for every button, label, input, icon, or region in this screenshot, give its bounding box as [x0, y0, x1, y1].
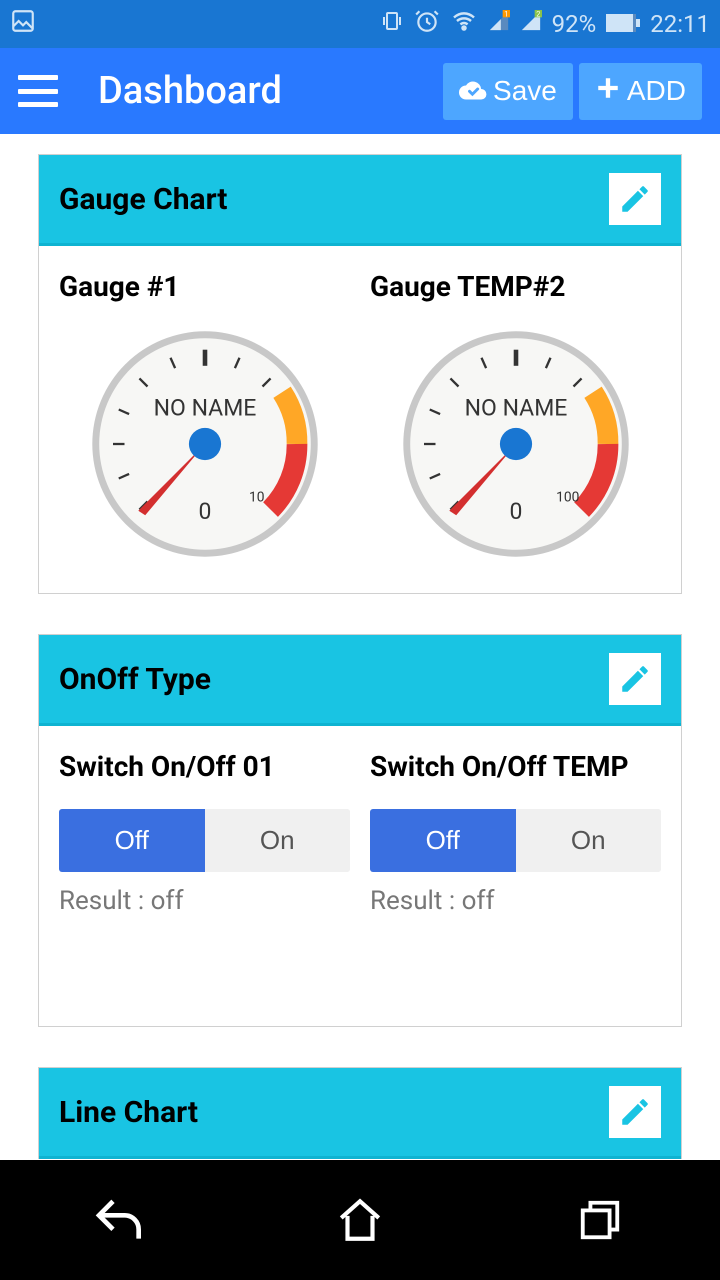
gauge-1-max: 10	[249, 490, 264, 506]
system-nav-bar	[0, 1160, 720, 1280]
line-card-title: Line Chart	[59, 1095, 198, 1130]
switch-2-result: Result : off	[370, 886, 661, 916]
gauge-1-col: Gauge #1	[59, 270, 350, 559]
onoff-card: OnOff Type Switch On/Off 01 Off On Resul…	[38, 634, 682, 1027]
svg-text:1: 1	[504, 10, 508, 18]
gauge-2-title: Gauge TEMP#2	[370, 270, 661, 303]
vibrate-icon	[380, 9, 404, 39]
gauge-1-chart: NO NAME 0 10	[59, 329, 350, 559]
gauge-2-min: 0	[509, 498, 522, 525]
line-card: Line Chart	[38, 1067, 682, 1159]
content-area: Gauge Chart Gauge #1	[0, 134, 720, 1160]
signal2-icon: 2	[520, 10, 542, 38]
battery-icon	[606, 10, 640, 38]
switch-1-toggle: Off On	[59, 809, 350, 872]
gauge-2-label: NO NAME	[464, 394, 567, 421]
gauge-2-max: 100	[556, 490, 579, 506]
save-button[interactable]: Save	[443, 63, 573, 120]
add-label: ADD	[627, 75, 686, 107]
gauge-1-title: Gauge #1	[59, 270, 350, 303]
switch-2-col: Switch On/Off TEMP Off On Result : off	[370, 750, 661, 916]
gauge-edit-button[interactable]	[609, 173, 661, 225]
alarm-icon	[414, 8, 440, 40]
onoff-card-title: OnOff Type	[59, 662, 211, 697]
switch-1-col: Switch On/Off 01 Off On Result : off	[59, 750, 350, 916]
app-bar: Dashboard Save ADD	[0, 48, 720, 134]
menu-button[interactable]	[18, 75, 58, 107]
switch-1-title: Switch On/Off 01	[59, 750, 350, 783]
gauge-2-col: Gauge TEMP#2	[370, 270, 661, 559]
home-button[interactable]	[330, 1190, 390, 1250]
switch-2-off-button[interactable]: Off	[370, 809, 516, 872]
status-bar: 1 2 92% 22:11	[0, 0, 720, 48]
switch-1-result: Result : off	[59, 886, 350, 916]
switch-2-toggle: Off On	[370, 809, 661, 872]
time-text: 22:11	[650, 10, 710, 38]
onoff-edit-button[interactable]	[609, 653, 661, 705]
save-label: Save	[493, 75, 557, 107]
gauge-card-header: Gauge Chart	[39, 155, 681, 246]
svg-text:2: 2	[536, 10, 540, 18]
switch-2-title: Switch On/Off TEMP	[370, 750, 661, 783]
gauge-card-title: Gauge Chart	[59, 182, 227, 217]
switch-1-off-button[interactable]: Off	[59, 809, 205, 872]
switch-2-on-button[interactable]: On	[516, 809, 662, 872]
signal1-icon: 1	[488, 10, 510, 38]
cloud-check-icon	[459, 75, 487, 107]
battery-text: 92%	[552, 10, 597, 38]
image-icon	[10, 8, 36, 40]
wifi-icon	[450, 9, 478, 39]
gauge-card: Gauge Chart Gauge #1	[38, 154, 682, 594]
back-button[interactable]	[90, 1190, 150, 1250]
line-card-header: Line Chart	[39, 1068, 681, 1159]
pencil-icon	[618, 1095, 652, 1129]
gauge-1-min: 0	[198, 498, 211, 525]
recent-button[interactable]	[570, 1190, 630, 1250]
switch-1-on-button[interactable]: On	[205, 809, 351, 872]
pencil-icon	[618, 182, 652, 216]
add-button[interactable]: ADD	[579, 63, 702, 120]
line-edit-button[interactable]	[609, 1086, 661, 1138]
onoff-card-header: OnOff Type	[39, 635, 681, 726]
gauge-1-label: NO NAME	[153, 394, 256, 421]
page-title: Dashboard	[98, 69, 443, 113]
pencil-icon	[618, 662, 652, 696]
gauge-2-chart: NO NAME 0 100	[370, 329, 661, 559]
plus-icon	[595, 75, 621, 108]
